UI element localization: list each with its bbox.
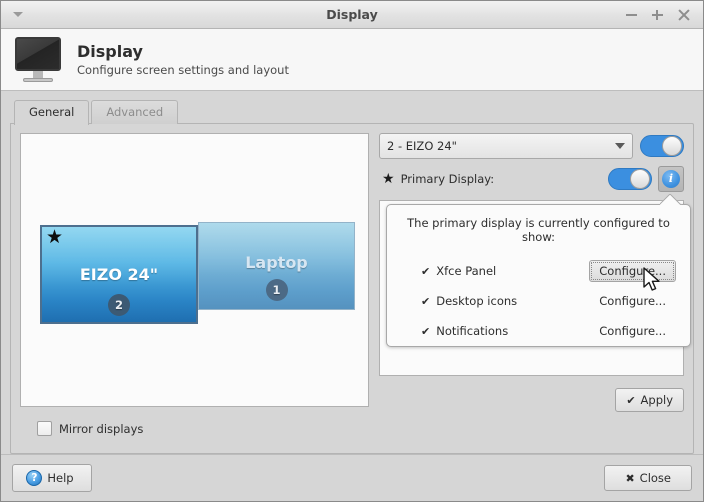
popover-item-label: Xfce Panel bbox=[436, 264, 497, 278]
primary-display-label: Primary Display: bbox=[400, 172, 495, 186]
window-controls bbox=[625, 8, 703, 21]
display-enable-toggle[interactable] bbox=[640, 135, 684, 157]
primary-display-info-popover: The primary display is currently configu… bbox=[386, 204, 691, 347]
star-icon: ★ bbox=[382, 171, 395, 187]
page-subtitle: Configure screen settings and layout bbox=[77, 62, 289, 77]
check-icon: ✔ bbox=[421, 264, 431, 278]
chevron-down-icon bbox=[13, 12, 23, 17]
close-icon[interactable] bbox=[677, 8, 690, 21]
popover-item-notifications: ✔ Notifications Configure... bbox=[401, 316, 676, 346]
display-combo[interactable]: 2 - EIZO 24" bbox=[379, 133, 633, 159]
screen-number-badge: 1 bbox=[265, 279, 288, 301]
screen-eizo[interactable]: EIZO 24" 2 ★ bbox=[40, 225, 198, 324]
info-icon: i bbox=[662, 170, 680, 188]
action-bar: ? Help ✖ Close bbox=[1, 454, 703, 501]
popover-item-label: Notifications bbox=[436, 324, 509, 338]
display-settings-window: Display Display Configure screen setting… bbox=[0, 0, 704, 502]
apply-button[interactable]: ✔ Apply bbox=[615, 388, 684, 412]
close-icon: ✖ bbox=[625, 471, 635, 485]
popover-tail bbox=[660, 194, 682, 205]
primary-display-toggle[interactable] bbox=[608, 168, 652, 190]
screen-laptop[interactable]: Laptop 1 bbox=[198, 222, 355, 310]
check-icon: ✔ bbox=[421, 324, 431, 338]
mirror-displays-row[interactable]: Mirror displays bbox=[20, 412, 684, 444]
help-button[interactable]: ? Help bbox=[12, 464, 92, 492]
check-icon: ✔ bbox=[626, 393, 636, 407]
apply-row: ✔ Apply bbox=[379, 383, 684, 412]
help-button-label: Help bbox=[47, 471, 74, 485]
titlebar: Display bbox=[1, 1, 703, 29]
popover-item-desktop-icons: ✔ Desktop icons Configure... bbox=[401, 286, 676, 316]
tab-advanced[interactable]: Advanced bbox=[91, 100, 179, 124]
configure-xfce-panel-button[interactable]: Configure... bbox=[589, 260, 676, 282]
window-menu-button[interactable] bbox=[1, 12, 35, 17]
popover-item-xfce-panel: ✔ Xfce Panel Configure... bbox=[401, 256, 676, 286]
primary-info-button[interactable]: i bbox=[658, 166, 684, 192]
close-button-label: Close bbox=[639, 471, 671, 485]
check-icon: ✔ bbox=[421, 294, 431, 308]
screen-label: Laptop bbox=[245, 253, 308, 272]
screen-label: EIZO 24" bbox=[79, 265, 159, 284]
window-title: Display bbox=[326, 7, 378, 22]
screen-number-badge: 2 bbox=[108, 294, 130, 316]
configure-desktop-icons-button[interactable]: Configure... bbox=[589, 290, 676, 312]
tab-bar: General Advanced bbox=[10, 99, 694, 125]
help-icon: ? bbox=[26, 470, 43, 486]
mirror-displays-label: Mirror displays bbox=[59, 421, 144, 436]
tab-general[interactable]: General bbox=[14, 100, 90, 125]
page-title: Display bbox=[77, 41, 143, 61]
popover-title: The primary display is currently configu… bbox=[407, 216, 670, 244]
header-banner: Display Configure screen settings and la… bbox=[1, 29, 703, 91]
display-selector-row: 2 - EIZO 24" bbox=[379, 133, 684, 159]
mirror-displays-checkbox[interactable] bbox=[37, 421, 52, 436]
apply-button-label: Apply bbox=[640, 393, 673, 407]
primary-display-row: ★ Primary Display: i bbox=[379, 166, 684, 192]
display-combo-value: 2 - EIZO 24" bbox=[387, 139, 457, 153]
configure-notifications-button[interactable]: Configure... bbox=[589, 320, 676, 342]
minimize-button[interactable] bbox=[625, 8, 638, 21]
maximize-button[interactable] bbox=[651, 8, 664, 21]
toggle-knob bbox=[662, 136, 682, 156]
star-icon: ★ bbox=[46, 226, 64, 248]
close-button[interactable]: ✖ Close bbox=[604, 465, 692, 491]
header-text: Display Configure screen settings and la… bbox=[77, 42, 289, 78]
display-arrangement-preview[interactable]: EIZO 24" 2 ★ Laptop 1 bbox=[20, 133, 369, 407]
popover-item-label: Desktop icons bbox=[436, 294, 518, 308]
chevron-down-icon bbox=[615, 143, 625, 149]
toggle-knob bbox=[630, 169, 650, 189]
monitor-icon bbox=[13, 36, 65, 84]
